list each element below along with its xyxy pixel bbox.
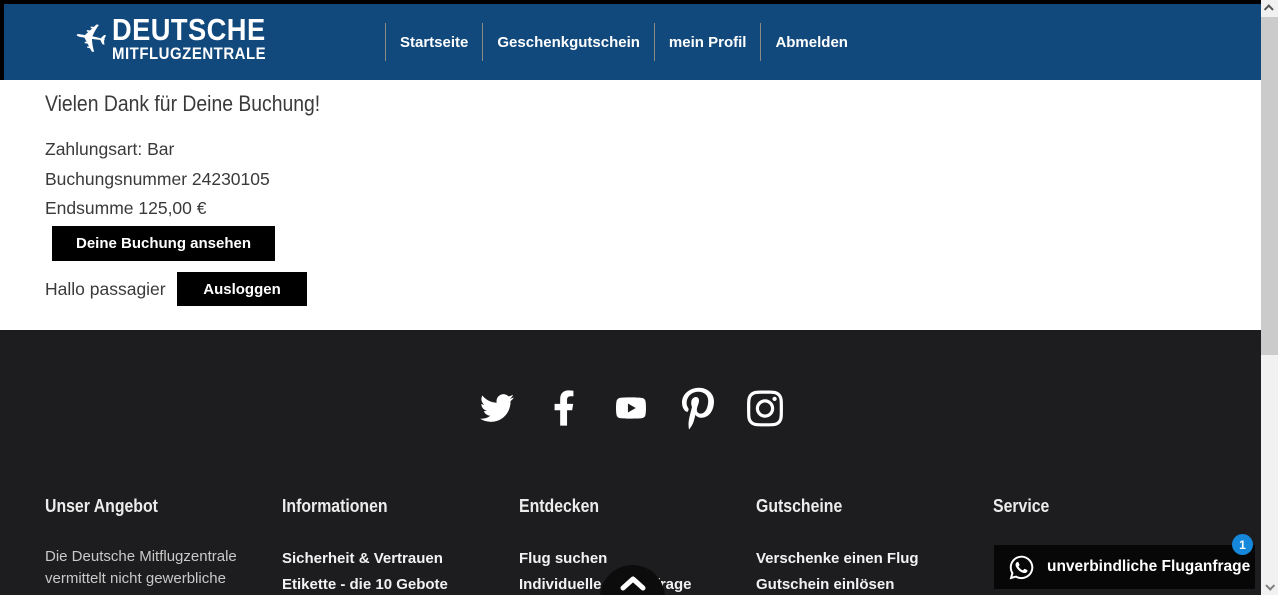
site-header: ✈ DEUTSCHE MITFLUGZENTRALE Startseite Ge… (0, 0, 1261, 80)
nav-item-mein-profil[interactable]: mein Profil (655, 34, 761, 51)
nav-item-abmelden[interactable]: Abmelden (761, 34, 862, 51)
chevron-up-icon (1264, 4, 1274, 14)
site-logo[interactable]: ✈ DEUTSCHE MITFLUGZENTRALE (74, 14, 287, 64)
logo-line1: DEUTSCHE (112, 14, 266, 45)
booking-details: Zahlungsart: Bar Buchungsnummer 24230105… (45, 135, 270, 224)
view-booking-button[interactable]: Deine Buchung ansehen (52, 226, 275, 261)
payment-method: Zahlungsart: Bar (45, 135, 270, 165)
footer-col-informationen: Informationen Sicherheit & Vertrauen Eti… (282, 496, 519, 595)
logo-line2: MITFLUGZENTRALE (112, 45, 266, 63)
user-greeting: Hallo passagier (45, 272, 166, 306)
instagram-icon[interactable] (745, 386, 785, 430)
footer-link-gutschein-einloesen[interactable]: Gutschein einlösen (756, 572, 993, 595)
footer-link-sicherheit[interactable]: Sicherheit & Vertrauen (282, 546, 519, 572)
twitter-icon[interactable] (477, 386, 517, 430)
vertical-scrollbar[interactable] (1261, 0, 1278, 595)
footer-heading: Entdecken (519, 496, 599, 517)
notification-badge: 1 (1232, 534, 1253, 555)
facebook-icon[interactable] (544, 386, 584, 430)
youtube-icon[interactable] (611, 386, 651, 430)
footer-text-line: Die Deutsche Mitflugzentrale (45, 546, 282, 568)
whatsapp-label: unverbindliche Fluganfrage (1047, 558, 1250, 576)
page-title-text: Vielen Dank für Deine Buchung! (45, 91, 320, 117)
main-nav: Startseite Geschenkgutschein mein Profil… (385, 4, 862, 80)
booking-number: Buchungsnummer 24230105 (45, 165, 270, 195)
scrollbar-thumb[interactable] (1261, 17, 1278, 355)
total-amount: Endsumme 125,00 € (45, 194, 270, 224)
footer-heading: Unser Angebot (45, 496, 158, 517)
pinterest-icon[interactable] (678, 386, 718, 430)
footer-heading: Service (993, 496, 1049, 517)
airplane-icon: ✈ (71, 16, 111, 61)
chevron-down-icon (1265, 581, 1275, 591)
whatsapp-icon (1008, 554, 1035, 581)
scrollbar-down-button[interactable] (1261, 578, 1278, 595)
social-icons-row (0, 386, 1261, 430)
chevron-up-icon (619, 575, 647, 591)
whatsapp-inquiry-widget[interactable]: unverbindliche Fluganfrage (994, 545, 1255, 589)
nav-item-startseite[interactable]: Startseite (386, 34, 482, 51)
nav-item-geschenkgutschein[interactable]: Geschenkgutschein (483, 34, 654, 51)
logo-text: DEUTSCHE MITFLUGZENTRALE (112, 14, 287, 64)
footer-heading: Informationen (282, 496, 388, 517)
scrollbar-up-button[interactable] (1261, 0, 1278, 17)
footer-col-gutscheine: Gutscheine Verschenke einen Flug Gutsche… (756, 496, 993, 595)
logout-button[interactable]: Ausloggen (177, 272, 307, 306)
footer-link-etikette[interactable]: Etikette - die 10 Gebote (282, 572, 519, 595)
footer-link-verschenke-einen-flug[interactable]: Verschenke einen Flug (756, 546, 993, 572)
page-title: Vielen Dank für Deine Buchung! (45, 91, 358, 117)
footer-col-unser-angebot: Unser Angebot Die Deutsche Mitflugzentra… (45, 496, 282, 595)
footer-text-line: vermittelt nicht gewerbliche (45, 568, 282, 590)
footer-heading: Gutscheine (756, 496, 842, 517)
